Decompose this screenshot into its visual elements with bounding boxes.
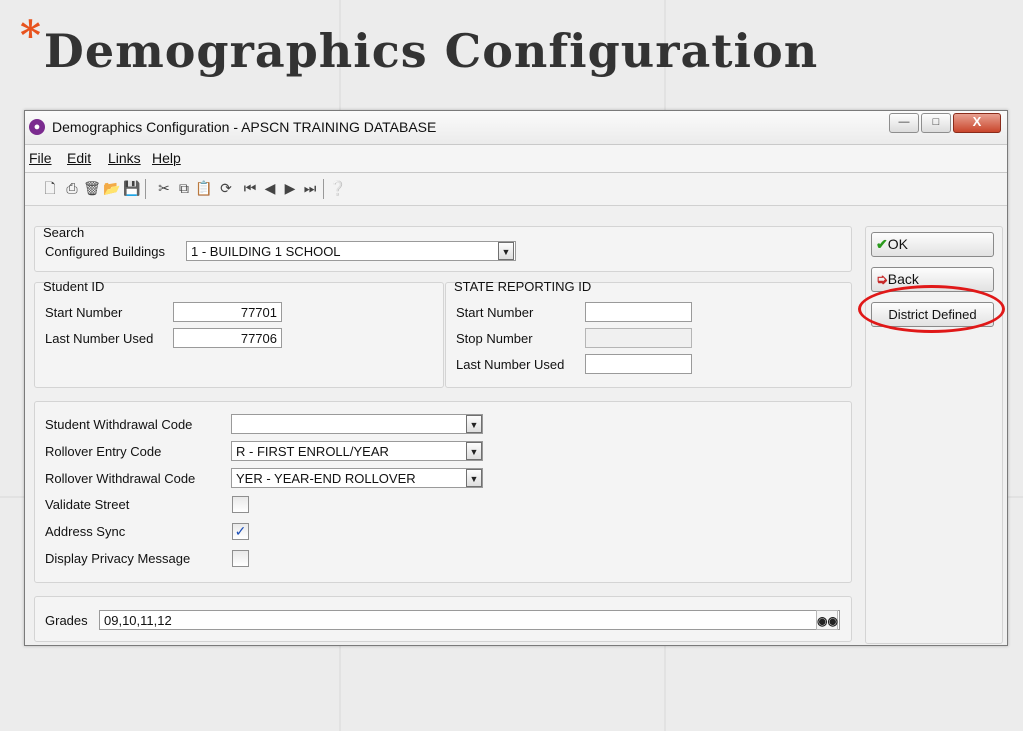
grades-field[interactable]: 09,10,11,12 (99, 610, 840, 630)
validate-street-checkbox[interactable] (232, 496, 249, 513)
state-reporting-panel: STATE REPORTING ID Start Number Stop Num… (445, 279, 852, 388)
refresh-icon[interactable]: ⟳ (217, 179, 235, 197)
state-stop-number-label: Stop Number (456, 331, 533, 346)
delete-icon[interactable]: 🗑 (83, 179, 101, 197)
ok-button-label: OK (887, 236, 908, 252)
menu-file[interactable]: File (29, 150, 52, 166)
state-last-number-field[interactable] (585, 354, 692, 374)
new-document-icon[interactable]: 🗋 (41, 179, 59, 197)
student-last-number-field[interactable]: 77706 (173, 328, 282, 348)
state-last-number-label: Last Number Used (456, 357, 565, 372)
close-button[interactable]: X (953, 113, 1001, 133)
title-star: * (20, 12, 42, 59)
app-logo-icon: ● (29, 119, 45, 135)
rollover-entry-code-label: Rollover Entry Code (45, 444, 162, 459)
menu-help[interactable]: Help (152, 150, 181, 166)
first-record-icon[interactable]: ⏮ (241, 179, 259, 197)
grades-label: Grades (45, 613, 88, 628)
menu-edit[interactable]: Edit (67, 150, 91, 166)
next-record-icon[interactable]: ▶ (281, 179, 299, 197)
state-reporting-group-label: STATE REPORTING ID (454, 279, 592, 294)
student-id-group-label: Student ID (43, 279, 105, 294)
student-id-panel: Student ID Start Number 77701 Last Numbe… (34, 279, 444, 388)
previous-record-icon[interactable]: ◀ (261, 179, 279, 197)
configured-buildings-label: Configured Buildings (45, 244, 165, 259)
student-withdrawal-code-label: Student Withdrawal Code (45, 417, 193, 432)
chevron-down-icon[interactable]: ▼ (466, 469, 482, 487)
ok-button[interactable]: ✔OK (871, 232, 994, 257)
search-panel: Search Configured Buildings 1 - BUILDING… (34, 225, 852, 272)
save-icon[interactable]: 💾 (123, 179, 141, 197)
annotation-highlight-ellipse (858, 285, 1005, 333)
menu-links[interactable]: Links (108, 150, 141, 166)
cut-icon[interactable]: ✂ (155, 179, 173, 197)
state-start-number-label: Start Number (456, 305, 534, 320)
last-record-icon[interactable]: ⏭ (301, 179, 319, 197)
chevron-down-icon[interactable]: ▼ (466, 442, 482, 460)
chevron-down-icon[interactable]: ▼ (498, 242, 514, 260)
search-group-label: Search (43, 225, 85, 240)
open-folder-icon[interactable]: 📂 (103, 179, 121, 197)
checkmark-icon: ✔ (876, 236, 888, 252)
student-start-number-field[interactable]: 77701 (173, 302, 282, 322)
help-pointer-icon[interactable]: ❔ (329, 179, 347, 197)
title-bar: ● Demographics Configuration - APSCN TRA… (25, 111, 1007, 145)
address-sync-checkbox[interactable]: ✓ (232, 523, 249, 540)
slide-title: *Demographics Configuration (20, 12, 818, 78)
configured-buildings-select[interactable]: 1 - BUILDING 1 SCHOOL (186, 241, 516, 261)
print-icon[interactable]: ⎙ (63, 179, 81, 197)
rollover-entry-code-select[interactable]: R - FIRST ENROLL/YEAR (231, 441, 483, 461)
binoculars-icon[interactable]: ◉◉ (816, 610, 838, 630)
state-start-number-field[interactable] (585, 302, 692, 322)
back-arrow-icon: ➭ (876, 271, 888, 287)
back-button-label: Back (887, 271, 919, 287)
address-sync-label: Address Sync (45, 524, 126, 539)
display-privacy-message-checkbox[interactable] (232, 550, 249, 567)
slide-title-text: Demographics Configuration (43, 24, 819, 78)
toolbar: 🗋 ⎙ 🗑 📂 💾 ✂ ⧉ 📋 ⟳ ⏮ ◀ ▶ ⏭ ❔ (25, 173, 1007, 206)
display-privacy-message-label: Display Privacy Message (45, 551, 191, 566)
window-title: Demographics Configuration - APSCN TRAIN… (52, 119, 437, 135)
copy-icon[interactable]: ⧉ (175, 179, 193, 197)
codes-panel: Student Withdrawal Code ▼ Rollover Entry… (34, 401, 852, 583)
chevron-down-icon[interactable]: ▼ (466, 415, 482, 433)
student-start-number-label: Start Number (45, 305, 123, 320)
minimize-button[interactable]: — (889, 113, 919, 133)
validate-street-label: Validate Street (45, 497, 130, 512)
paste-icon[interactable]: 📋 (195, 179, 213, 197)
rollover-withdrawal-code-select[interactable]: YER - YEAR-END ROLLOVER (231, 468, 483, 488)
rollover-withdrawal-code-label: Rollover Withdrawal Code (45, 471, 196, 486)
maximize-button[interactable]: □ (921, 113, 951, 133)
student-last-number-label: Last Number Used (45, 331, 154, 346)
menu-bar: File Edit Links Help (25, 145, 1007, 173)
student-withdrawal-code-select[interactable] (231, 414, 483, 434)
grades-panel: Grades 09,10,11,12 ◉◉ (34, 596, 852, 642)
app-window: ● Demographics Configuration - APSCN TRA… (24, 110, 1008, 646)
state-stop-number-field[interactable] (585, 328, 692, 348)
